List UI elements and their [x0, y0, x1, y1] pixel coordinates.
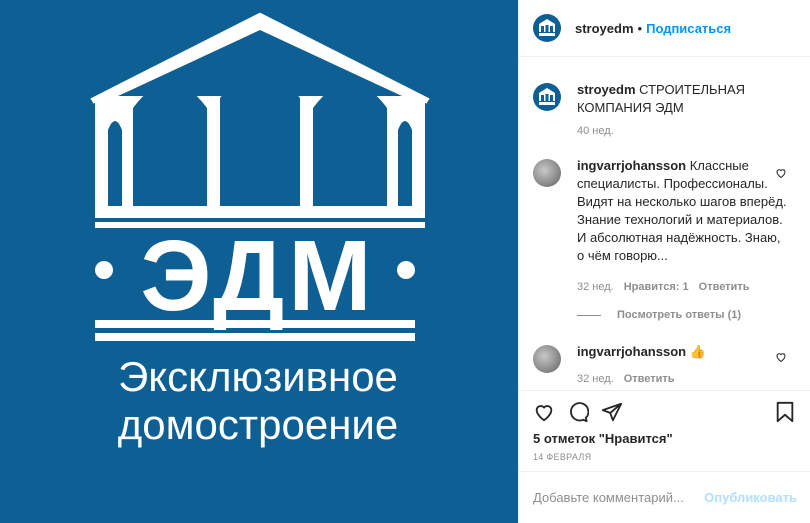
- edm-logo: ЭДМ Эксклюзивное домостроение: [90, 12, 430, 448]
- comment-time[interactable]: 32 нед.: [577, 281, 614, 293]
- bookmark-icon[interactable]: [775, 401, 795, 423]
- add-comment-bar: Добавьте комментарий... Опубликовать: [519, 471, 810, 523]
- comment-body: ingvarrjohansson 👍: [577, 343, 706, 373]
- view-replies-button[interactable]: Посмотреть ответы (1): [577, 309, 741, 321]
- post-image[interactable]: ЭДМ Эксклюзивное домостроение: [0, 0, 518, 523]
- post-date[interactable]: 14 ФЕВРАЛЯ: [533, 452, 591, 462]
- likes-count[interactable]: 5 отметок "Нравится": [533, 431, 673, 446]
- follow-button[interactable]: Подписаться: [646, 21, 731, 36]
- profile-logo-icon: [539, 19, 555, 36]
- profile-logo-icon: [539, 88, 555, 105]
- comment-like-heart-icon[interactable]: [775, 351, 787, 363]
- avatar[interactable]: [533, 14, 561, 42]
- avatar[interactable]: [533, 83, 561, 111]
- caption-body: stroyedm СТРОИТЕЛЬНАЯ КОМПАНИЯ ЭДМ: [577, 81, 795, 117]
- tagline-line1: Эксклюзивное: [118, 353, 398, 400]
- comment-like-heart-icon[interactable]: [775, 167, 787, 179]
- comment-body: ingvarrjohansson Классные специалисты. П…: [577, 157, 787, 265]
- comment-bubble-icon[interactable]: [567, 401, 589, 423]
- tagline-line2: домостроение: [118, 401, 398, 448]
- caption-meta: 40 нед.: [577, 125, 614, 137]
- comment-meta: 32 нед. Ответить: [577, 373, 675, 385]
- comment-username[interactable]: ingvarrjohansson: [577, 158, 686, 173]
- view-replies-label: Посмотреть ответы (1): [617, 309, 742, 321]
- post-header: stroyedm • Подписаться: [519, 0, 810, 57]
- comment-time[interactable]: 32 нед.: [577, 373, 614, 385]
- separator-dot: •: [637, 20, 643, 36]
- comment-username[interactable]: ingvarrjohansson: [577, 344, 686, 359]
- caption-time[interactable]: 40 нед.: [577, 125, 614, 137]
- publish-button[interactable]: Опубликовать: [704, 490, 797, 505]
- like-heart-icon[interactable]: [533, 401, 555, 423]
- comment-text: 👍: [689, 344, 706, 359]
- comment-meta: 32 нед. Нравится: 1 Ответить: [577, 281, 749, 293]
- comment-likes[interactable]: Нравится: 1: [624, 281, 689, 293]
- post-side-panel: stroyedm • Подписаться stroyedm СТРОИТЕЛ…: [518, 0, 810, 523]
- reply-button[interactable]: Ответить: [624, 373, 675, 385]
- comment: ingvarrjohansson Классные специалисты. П…: [533, 157, 795, 265]
- comments-list: stroyedm СТРОИТЕЛЬНАЯ КОМПАНИЯ ЭДМ 40 не…: [519, 57, 810, 390]
- caption-username[interactable]: stroyedm: [577, 82, 636, 97]
- reply-button[interactable]: Ответить: [699, 281, 750, 293]
- comment-text: Классные специалисты. Профессионалы. Вид…: [577, 158, 787, 263]
- comment: ingvarrjohansson 👍: [533, 343, 795, 373]
- share-paper-plane-icon[interactable]: [601, 401, 623, 423]
- logo-text: ЭДМ: [140, 220, 375, 332]
- comment-input[interactable]: Добавьте комментарий...: [533, 490, 704, 505]
- replies-divider: [577, 314, 601, 316]
- post-username[interactable]: stroyedm: [575, 21, 634, 36]
- avatar[interactable]: [533, 159, 561, 187]
- avatar[interactable]: [533, 345, 561, 373]
- caption: stroyedm СТРОИТЕЛЬНАЯ КОМПАНИЯ ЭДМ: [533, 81, 795, 117]
